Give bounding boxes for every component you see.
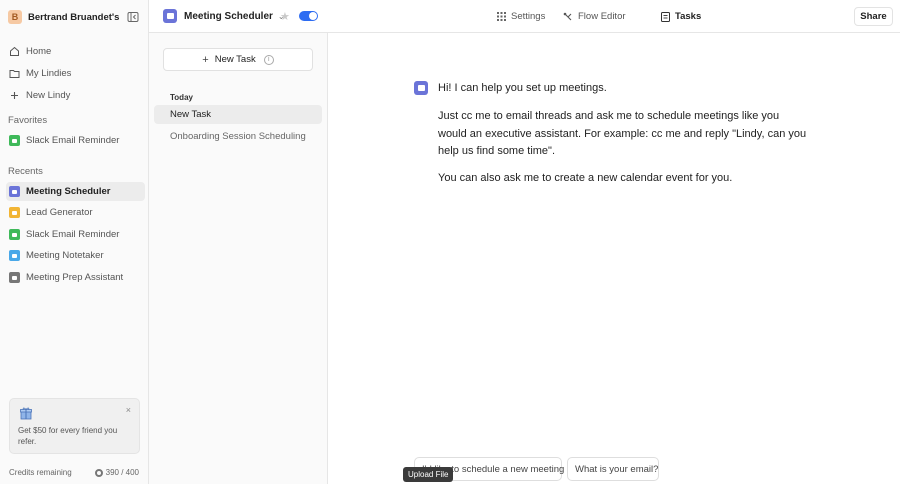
tab-settings-label: Settings <box>511 11 546 22</box>
plus-icon: + <box>202 53 209 66</box>
new-task-label: New Task <box>214 54 256 65</box>
app-icon <box>9 272 20 283</box>
tab-tasks[interactable]: Tasks <box>660 11 701 22</box>
suggestion-what-is-your-email[interactable]: What is your email? <box>567 457 659 481</box>
home-icon <box>9 46 20 57</box>
referral-promo: × Get $50 for every friend you refer. <box>9 398 140 454</box>
credits-count: 390 / 400 <box>105 468 139 477</box>
chat-message: You can also ask me to create a new cale… <box>438 172 733 184</box>
recent-item-meeting-notetaker[interactable]: Meeting Notetaker <box>6 246 145 265</box>
star-icon[interactable]: ★ <box>280 10 290 23</box>
close-promo-icon[interactable]: × <box>126 405 131 415</box>
recent-item-label: Lead Generator <box>26 207 93 218</box>
favorite-item-label: Slack Email Reminder <box>26 135 120 146</box>
chat-message: Hi! I can help you set up meetings. <box>438 82 607 94</box>
document-icon <box>660 11 670 22</box>
app-icon <box>9 207 20 218</box>
task-panel: + New Task i Today New Task Onboarding S… <box>149 33 328 484</box>
favorite-item-slack-email-reminder[interactable]: Slack Email Reminder <box>6 131 145 150</box>
credits-value: 390 / 400 <box>94 468 139 477</box>
tab-flow-editor[interactable]: Flow Editor <box>563 11 626 22</box>
recents-label: Recents <box>8 166 43 177</box>
app-switcher[interactable]: Meeting Scheduler ⌄ <box>163 9 285 23</box>
credits-label: Credits remaining <box>9 468 72 477</box>
share-button[interactable]: Share <box>854 7 893 26</box>
tab-flow-editor-label: Flow Editor <box>578 11 626 22</box>
task-item-onboarding-session-scheduling[interactable]: Onboarding Session Scheduling <box>154 127 322 146</box>
chat-message: Just cc me to email threads and ask me t… <box>438 110 807 157</box>
folder-icon <box>9 68 20 79</box>
app-icon <box>9 229 20 240</box>
top-header: Meeting Scheduler ⌄ ★ Settings Flow Edit… <box>149 0 900 33</box>
recent-item-meeting-scheduler[interactable]: Meeting Scheduler <box>6 182 145 201</box>
recent-item-label: Meeting Notetaker <box>26 250 104 261</box>
calendar-app-icon <box>163 9 177 23</box>
workspace-avatar: B <box>8 10 22 24</box>
workspace-name: Bertrand Bruandet's... <box>28 11 120 23</box>
tab-tasks-label: Tasks <box>675 11 702 22</box>
flow-icon <box>563 12 573 22</box>
info-icon[interactable]: i <box>263 54 274 65</box>
sidebar: B Bertrand Bruandet's... Home My Lindies… <box>0 0 149 484</box>
gift-icon <box>19 406 33 420</box>
nav-my-lindies[interactable]: My Lindies <box>6 64 145 83</box>
nav-home[interactable]: Home <box>6 42 145 61</box>
grid-icon <box>496 12 506 22</box>
recent-item-label: Meeting Prep Assistant <box>26 272 124 283</box>
favorites-label: Favorites <box>8 115 48 126</box>
nav-new-lindy[interactable]: New Lindy <box>6 86 145 105</box>
enable-toggle[interactable] <box>299 11 318 21</box>
nav-new-lindy-label: New Lindy <box>26 90 71 101</box>
calendar-app-icon <box>9 186 20 197</box>
task-group-today: Today <box>170 93 193 102</box>
recent-item-meeting-prep-assistant[interactable]: Meeting Prep Assistant <box>6 268 145 287</box>
workspace-switcher[interactable]: B Bertrand Bruandet's... <box>8 9 142 25</box>
collapse-sidebar-icon[interactable] <box>126 10 140 24</box>
promo-text: Get $50 for every friend you refer. <box>18 426 118 446</box>
nav-home-label: Home <box>26 46 52 57</box>
nav-my-lindies-label: My Lindies <box>26 68 72 79</box>
recent-item-lead-generator[interactable]: Lead Generator <box>6 203 145 222</box>
chat-area: Hi! I can help you set up meetings. Just… <box>328 33 900 484</box>
recent-item-slack-email-reminder[interactable]: Slack Email Reminder <box>6 225 145 244</box>
credits-icon <box>94 468 103 477</box>
task-item-new-task[interactable]: New Task <box>154 105 322 124</box>
upload-file-tooltip: Upload File <box>403 467 454 482</box>
new-task-button[interactable]: + New Task i <box>163 48 313 71</box>
recent-item-label: Meeting Scheduler <box>26 186 111 197</box>
bot-avatar-icon <box>414 81 428 95</box>
recent-item-label: Slack Email Reminder <box>26 229 120 240</box>
app-name: Meeting Scheduler <box>184 10 273 22</box>
app-icon <box>9 135 20 146</box>
tab-settings[interactable]: Settings <box>496 11 545 22</box>
plus-icon <box>9 90 20 101</box>
app-icon <box>9 250 20 261</box>
